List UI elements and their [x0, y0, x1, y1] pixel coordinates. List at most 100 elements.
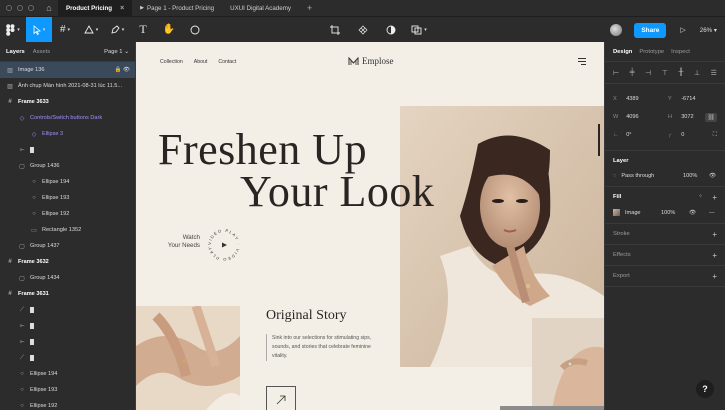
layer-row[interactable]: ⟜: [0, 142, 135, 158]
y-input[interactable]: -6714: [681, 96, 717, 102]
layer-row[interactable]: ◇ Ellipse 3: [0, 126, 135, 142]
canvas[interactable]: Collection About Contact Emplose Freshen…: [136, 42, 604, 410]
tab-prototype[interactable]: Prototype: [639, 49, 664, 55]
story-arrow-button[interactable]: [266, 386, 296, 410]
align-right-icon[interactable]: ⊣: [645, 69, 651, 77]
remove-fill-icon[interactable]: —: [709, 210, 715, 216]
independent-corners-icon[interactable]: ⛶: [713, 132, 717, 139]
layer-opacity-input[interactable]: 100%: [683, 173, 697, 179]
layer-row[interactable]: ○ Ellipse 192: [0, 398, 135, 410]
layer-row[interactable]: # Frame 3632: [0, 254, 135, 270]
effects-section: Effects +: [605, 245, 725, 266]
layer-row[interactable]: ○ Ellipse 193: [0, 382, 135, 398]
zoom-window-button[interactable]: [28, 5, 34, 11]
fill-opacity-input[interactable]: 100%: [661, 210, 675, 216]
fill-visibility-eye-icon[interactable]: 👁: [689, 210, 696, 216]
layer-row[interactable]: ▨ Ảnh chụp Màn hình 2021-08-31 lúc 11.5..…: [0, 78, 135, 94]
cursor-icon: [33, 24, 41, 35]
nav-contact[interactable]: Contact: [218, 59, 236, 65]
width-input[interactable]: 4096: [626, 114, 662, 120]
present-play-icon[interactable]: ▷: [680, 26, 685, 34]
layer-row[interactable]: ⟜: [0, 334, 135, 350]
layer-row[interactable]: ○ Ellipse 192: [0, 206, 135, 222]
layer-row[interactable]: ▭ Rectangle 1352: [0, 222, 135, 238]
tab-layers[interactable]: Layers: [6, 49, 25, 55]
brand-mark-icon: [348, 56, 359, 65]
blend-mode-dropdown[interactable]: Pass through: [621, 173, 654, 179]
frame-tool-button[interactable]: # ▾: [52, 17, 78, 43]
layer-row[interactable]: ▢ Group 1434: [0, 270, 135, 286]
nav-collection[interactable]: Collection: [160, 59, 183, 65]
layer-row[interactable]: ⟋: [0, 350, 135, 366]
layer-row[interactable]: ▢ Group 1437: [0, 238, 135, 254]
distribute-icon[interactable]: ☰: [711, 69, 717, 77]
layer-row[interactable]: ○ Ellipse 194: [0, 366, 135, 382]
add-fill-icon[interactable]: +: [712, 193, 717, 202]
layer-row[interactable]: ○ Ellipse 194: [0, 174, 135, 190]
hand-tool-button[interactable]: ✋: [156, 17, 182, 43]
layer-section-title: Layer: [613, 158, 629, 164]
move-tool-button[interactable]: ▾: [26, 16, 52, 43]
align-bottom-icon[interactable]: ⊥: [694, 69, 700, 77]
tab-inspect[interactable]: Inspect: [671, 49, 690, 55]
layer-row[interactable]: ○ Ellipse 193: [0, 190, 135, 206]
help-button[interactable]: ?: [696, 380, 714, 398]
crop-button[interactable]: [322, 17, 348, 43]
comment-tool-button[interactable]: [182, 17, 208, 43]
layer-visibility-eye-icon[interactable]: 👁: [709, 173, 716, 179]
layer-label: Group 1437: [30, 243, 60, 249]
text-icon: T: [139, 22, 147, 36]
close-tab-icon[interactable]: ×: [120, 5, 124, 12]
add-effect-icon[interactable]: +: [712, 251, 717, 260]
close-window-button[interactable]: [6, 5, 12, 11]
zoom-dropdown[interactable]: 26% ▾: [700, 27, 717, 34]
hamburger-menu-icon[interactable]: [578, 58, 586, 67]
pen-tool-button[interactable]: ▾: [104, 17, 130, 43]
corner-radius-input[interactable]: 0: [681, 132, 717, 138]
layer-row[interactable]: ▨ Image 136 🔒 👁: [0, 62, 135, 78]
constrain-proportions-icon[interactable]: ⛓: [705, 112, 717, 122]
layer-row[interactable]: ⟋: [0, 302, 135, 318]
fill-styles-icon[interactable]: ⁘: [698, 193, 703, 200]
rotation-input[interactable]: 0°: [626, 132, 662, 138]
layer-row[interactable]: ⟜: [0, 318, 135, 334]
horizontal-scrollbar[interactable]: [500, 406, 604, 410]
tab-product-pricing[interactable]: Product Pricing ×: [58, 0, 133, 16]
page-selector[interactable]: Page 1 ⌄: [104, 49, 129, 55]
component-button[interactable]: [350, 17, 376, 43]
text-tool-button[interactable]: T: [130, 17, 156, 43]
share-button[interactable]: Share: [634, 22, 667, 38]
minimize-window-button[interactable]: [17, 5, 23, 11]
align-top-icon[interactable]: ⊤: [662, 69, 668, 77]
new-tab-button[interactable]: +: [299, 3, 312, 13]
add-stroke-icon[interactable]: +: [712, 230, 717, 239]
layer-row[interactable]: ▢ Group 1436: [0, 158, 135, 174]
layer-label: Image 136: [18, 67, 45, 73]
layer-row[interactable]: ◇ Controls/Switch buttons Dark: [0, 110, 135, 126]
tab-design[interactable]: Design: [613, 49, 632, 55]
window-controls: [0, 5, 40, 11]
align-center-h-icon[interactable]: ╪: [630, 69, 635, 76]
main-menu-button[interactable]: ▾: [0, 17, 26, 43]
tab-assets[interactable]: Assets: [33, 49, 50, 55]
shape-tool-button[interactable]: ▾: [78, 17, 104, 43]
mask-button[interactable]: [378, 17, 404, 43]
video-play-button[interactable]: VIDEO PLAY · VIDEO PLAY ·: [205, 223, 242, 263]
nav-about[interactable]: About: [194, 59, 208, 65]
align-left-icon[interactable]: ⊢: [613, 69, 619, 77]
user-avatar[interactable]: [610, 24, 623, 36]
tab-page-1[interactable]: ▶ Page 1 - Product Pricing: [132, 0, 222, 16]
align-center-v-icon[interactable]: ╫: [678, 69, 683, 76]
image-fill-swatch[interactable]: [613, 209, 620, 216]
tab-uxui-digital-academy[interactable]: UXUI Digital Academy: [222, 0, 299, 16]
layer-row[interactable]: # Frame 3631: [0, 286, 135, 302]
design-panel: Design Prototype Inspect ⊢ ╪ ⊣ ⊤ ╫ ⊥ ☰ X…: [604, 42, 725, 410]
add-export-icon[interactable]: +: [712, 272, 717, 281]
layer-thumbnail: [30, 355, 34, 361]
layer-label: Frame 3633: [18, 99, 49, 105]
x-input[interactable]: 4389: [626, 96, 662, 102]
layer-row[interactable]: # Frame 3633: [0, 94, 135, 110]
boolean-button[interactable]: ▾: [406, 17, 432, 43]
layer-lock-visibility-icons[interactable]: 🔒 👁: [115, 67, 130, 73]
home-icon[interactable]: ⌂: [40, 3, 58, 13]
